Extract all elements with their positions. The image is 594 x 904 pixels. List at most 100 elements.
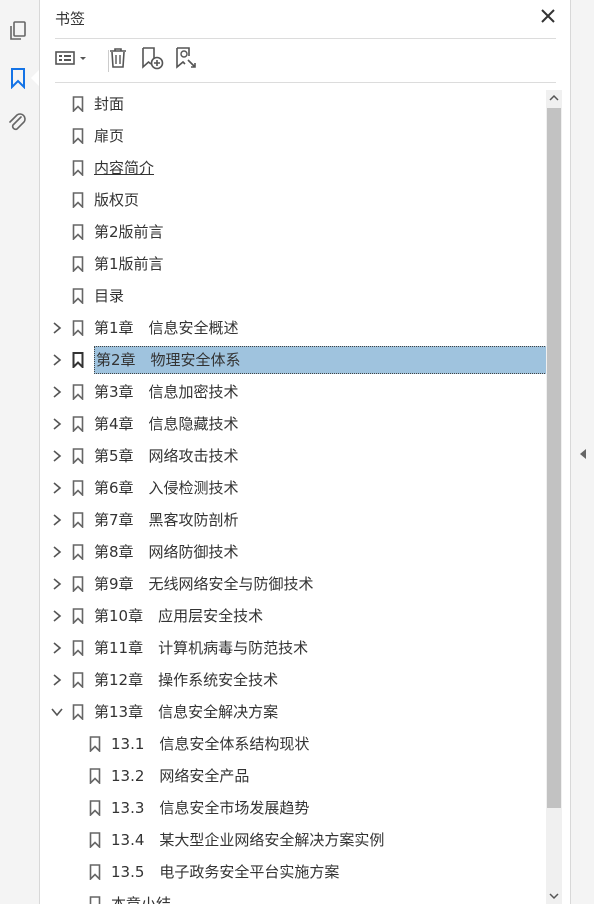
bookmark-icon	[72, 352, 84, 368]
bookmark-row[interactable]: 第2版前言	[40, 218, 548, 246]
bookmark-label: 目录	[94, 287, 125, 305]
bookmark-tree: 封面扉页内容简介版权页第2版前言第1版前言目录第1章 信息安全概述第2章 物理安…	[40, 90, 548, 904]
chevron-right-icon[interactable]	[50, 449, 64, 463]
bookmark-row[interactable]: 封面	[40, 90, 548, 118]
bookmark-icon	[72, 576, 84, 592]
bookmark-label: 第3章 信息加密技术	[94, 383, 239, 401]
bookmark-label: 13.1 信息安全体系结构现状	[111, 735, 310, 753]
bookmarks-toolbar	[54, 44, 554, 76]
delete-button[interactable]	[104, 46, 132, 74]
bookmark-icon	[72, 480, 84, 496]
bookmark-icon	[89, 864, 101, 880]
bookmark-icon	[72, 160, 84, 176]
bookmark-icon	[72, 416, 84, 432]
bookmark-row[interactable]: 第8章 网络防御技术	[40, 538, 548, 566]
bookmark-label: 第13章 信息安全解决方案	[94, 703, 279, 721]
chevron-right-icon[interactable]	[50, 353, 64, 367]
bookmark-row[interactable]: 13.5 电子政务安全平台实施方案	[40, 858, 548, 886]
vertical-scrollbar[interactable]	[546, 90, 562, 904]
bookmarks-panel: 书签 封面 扉页 内容简介 版权页 第2版前言 第1版前言 目录 第1章 信息安…	[40, 0, 570, 904]
bookmark-label: 本章小结	[111, 895, 172, 904]
bookmark-label: 第6章 入侵检测技术	[94, 479, 239, 497]
bookmark-icon	[72, 640, 84, 656]
bookmark-row[interactable]: 第12章 操作系统安全技术	[40, 666, 548, 694]
bookmark-icon	[72, 672, 84, 688]
bookmark-icon	[89, 768, 101, 784]
bookmark-icon	[72, 704, 84, 720]
scroll-down-icon[interactable]	[546, 888, 562, 904]
bookmark-row[interactable]: 版权页	[40, 186, 548, 214]
bookmark-row[interactable]: 第6章 入侵检测技术	[40, 474, 548, 502]
chevron-right-icon[interactable]	[50, 481, 64, 495]
bookmark-row[interactable]: 内容简介	[40, 154, 548, 182]
bookmark-label: 第10章 应用层安全技术	[94, 607, 264, 625]
panel-title: 书签	[55, 10, 86, 28]
active-indicator	[31, 70, 39, 86]
bookmark-label: 扉页	[94, 127, 125, 145]
paperclip-icon[interactable]	[6, 111, 30, 135]
bookmark-icon	[72, 96, 84, 112]
bookmark-label: 第1版前言	[94, 255, 164, 273]
chevron-right-icon[interactable]	[50, 641, 64, 655]
bookmark-row[interactable]: 第11章 计算机病毒与防范技术	[40, 634, 548, 662]
bookmark-row[interactable]: 13.2 网络安全产品	[40, 762, 548, 790]
chevron-right-icon[interactable]	[50, 513, 64, 527]
collapse-panel-icon[interactable]	[577, 446, 589, 462]
bookmark-label: 第7章 黑客攻防剖析	[94, 511, 239, 529]
bookmark-row[interactable]: 第5章 网络攻击技术	[40, 442, 548, 470]
bookmark-search-icon	[174, 46, 198, 74]
bookmark-row[interactable]: 第4章 信息隐藏技术	[40, 410, 548, 438]
trash-icon	[108, 47, 128, 73]
bookmark-icon	[89, 896, 101, 904]
bookmark-icon[interactable]	[6, 66, 30, 90]
bookmark-row[interactable]: 13.1 信息安全体系结构现状	[40, 730, 548, 758]
bookmark-label: 13.5 电子政务安全平台实施方案	[111, 863, 340, 881]
bookmark-row[interactable]: 第9章 无线网络安全与防御技术	[40, 570, 548, 598]
find-bookmark-button[interactable]	[172, 46, 200, 74]
divider	[55, 82, 556, 83]
bookmark-label: 13.2 网络安全产品	[111, 767, 250, 785]
options-menu-button[interactable]	[54, 46, 90, 74]
bookmark-row[interactable]: 第3章 信息加密技术	[40, 378, 548, 406]
chevron-right-icon[interactable]	[50, 385, 64, 399]
bookmark-row[interactable]: 本章小结	[40, 890, 548, 904]
bookmark-row[interactable]: 第10章 应用层安全技术	[40, 602, 548, 630]
bookmark-row[interactable]: 第1版前言	[40, 250, 548, 278]
bookmark-label: 第9章 无线网络安全与防御技术	[94, 575, 314, 593]
bookmark-row[interactable]: 第7章 黑客攻防剖析	[40, 506, 548, 534]
chevron-right-icon[interactable]	[50, 609, 64, 623]
bookmark-label: 第4章 信息隐藏技术	[94, 415, 239, 433]
bookmark-icon	[89, 832, 101, 848]
bookmark-icon	[89, 800, 101, 816]
bookmark-label: 13.4 某大型企业网络安全解决方案实例	[111, 831, 385, 849]
bookmark-add-icon	[140, 46, 164, 74]
bookmark-label: 第2章 物理安全体系	[94, 346, 547, 374]
bookmark-label: 版权页	[94, 191, 140, 209]
bookmark-icon	[72, 608, 84, 624]
bookmark-icon	[72, 512, 84, 528]
bookmark-row[interactable]: 13.3 信息安全市场发展趋势	[40, 794, 548, 822]
scroll-up-icon[interactable]	[546, 90, 562, 106]
bookmark-label: 第12章 操作系统安全技术	[94, 671, 279, 689]
pages-icon[interactable]	[6, 19, 30, 43]
bookmark-label: 第8章 网络防御技术	[94, 543, 239, 561]
bookmark-row[interactable]: 第2章 物理安全体系	[40, 346, 548, 374]
scrollbar-thumb[interactable]	[547, 108, 561, 808]
close-icon[interactable]	[538, 6, 558, 26]
bookmark-row[interactable]: 扉页	[40, 122, 548, 150]
chevron-right-icon[interactable]	[50, 673, 64, 687]
chevron-right-icon[interactable]	[50, 577, 64, 591]
bookmark-row[interactable]: 13.4 某大型企业网络安全解决方案实例	[40, 826, 548, 854]
bookmark-icon	[72, 320, 84, 336]
new-bookmark-button[interactable]	[138, 46, 166, 74]
chevron-right-icon[interactable]	[50, 545, 64, 559]
bookmark-label: 13.3 信息安全市场发展趋势	[111, 799, 310, 817]
bookmark-row[interactable]: 第13章 信息安全解决方案	[40, 698, 548, 726]
bookmark-label: 第2版前言	[94, 223, 164, 241]
bookmark-icon	[72, 192, 84, 208]
chevron-right-icon[interactable]	[50, 417, 64, 431]
bookmark-row[interactable]: 目录	[40, 282, 548, 310]
chevron-down-icon[interactable]	[50, 705, 64, 719]
chevron-right-icon[interactable]	[50, 321, 64, 335]
bookmark-row[interactable]: 第1章 信息安全概述	[40, 314, 548, 342]
